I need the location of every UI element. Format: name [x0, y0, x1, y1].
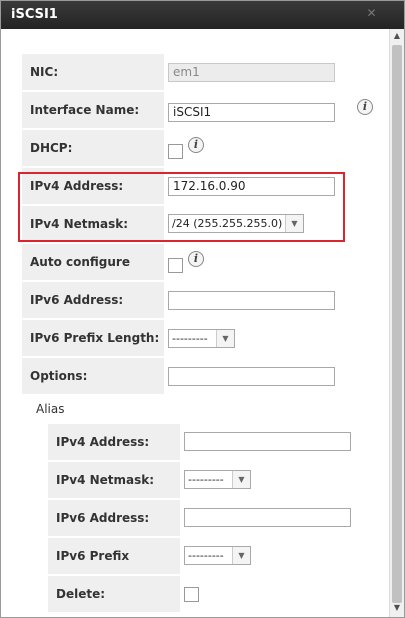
vertical-scrollbar[interactable]: ▲ ▼ [389, 29, 404, 617]
nic-field: em1 [168, 63, 335, 82]
dialog-content: NIC: em1 Interface Name: iSCSI1 i DHCP: … [1, 29, 389, 617]
dialog-title: iSCSI1 [11, 7, 58, 22]
ipv6-address-label: IPv6 Address: [22, 282, 164, 318]
info-icon[interactable]: i [188, 137, 204, 153]
chevron-down-icon[interactable]: ▼ [232, 547, 250, 564]
nic-label: NIC: [22, 54, 164, 90]
alias-heading: Alias [36, 402, 65, 416]
interface-name-input[interactable]: iSCSI1 [168, 103, 335, 122]
alias-ipv6-prefix-value: --------- [188, 549, 224, 562]
alias-ipv4-netmask-value: --------- [188, 473, 224, 486]
chevron-down-icon[interactable]: ▼ [232, 471, 250, 488]
auto-ipv6-checkbox[interactable] [168, 258, 183, 273]
highlight-box [18, 172, 345, 242]
alias-ipv4-netmask-select[interactable]: --------- ▼ [184, 470, 251, 489]
alias-delete-checkbox[interactable] [184, 587, 199, 602]
alias-ipv4-address-input[interactable] [184, 432, 351, 451]
alias-ipv4-netmask-label: IPv4 Netmask: [48, 462, 180, 498]
auto-ipv6-label: Auto configure IPv6: [22, 244, 164, 305]
options-label: Options: [22, 358, 164, 394]
ipv6-prefix-value: --------- [172, 332, 208, 345]
ipv6-prefix-label: IPv6 Prefix Length: [22, 320, 164, 356]
interface-name-label: Interface Name: [22, 92, 164, 128]
alias-ipv6-prefix-select[interactable]: --------- ▼ [184, 546, 251, 565]
alias-ipv6-address-label: IPv6 Address: [48, 500, 180, 536]
chevron-down-icon[interactable]: ▼ [216, 330, 234, 347]
scroll-down-icon[interactable]: ▼ [392, 603, 402, 615]
scroll-up-icon[interactable]: ▲ [392, 31, 402, 43]
dialog-titlebar[interactable]: iSCSI1 ✕ [1, 1, 404, 29]
info-icon[interactable]: i [188, 251, 204, 267]
alias-ipv6-prefix-label: IPv6 Prefix Length: [48, 538, 180, 599]
alias-ipv6-address-input[interactable] [184, 508, 351, 527]
alias-delete-label: Delete: [48, 576, 180, 612]
ipv6-prefix-select[interactable]: --------- ▼ [168, 329, 235, 348]
alias-ipv4-address-label: IPv4 Address: [48, 424, 180, 460]
scroll-thumb[interactable] [392, 45, 402, 603]
close-icon[interactable]: ✕ [365, 7, 378, 20]
ipv6-address-input[interactable] [168, 291, 335, 310]
dhcp-label: DHCP: [22, 130, 164, 166]
dhcp-checkbox[interactable] [168, 144, 183, 159]
options-input[interactable] [168, 367, 335, 386]
iscsi-dialog: iSCSI1 ✕ NIC: em1 Interface Name: iSCSI1… [0, 0, 405, 618]
info-icon[interactable]: i [357, 99, 373, 115]
